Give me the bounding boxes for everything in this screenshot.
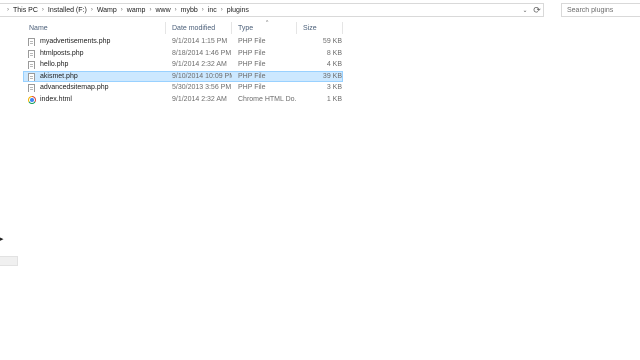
chevron-right-icon[interactable]: › <box>4 7 12 13</box>
file-type: PHP File <box>238 38 266 45</box>
address-bar-row: › This PC › Installed (F:) › Wamp › wamp… <box>0 0 640 20</box>
breadcrumb: › This PC › Installed (F:) › Wamp › wamp… <box>4 4 250 16</box>
file-type: PHP File <box>238 84 266 91</box>
file-size: 8 KB <box>326 49 342 57</box>
file-row[interactable]: index.html 9/1/2014 2:32 AM Chrome HTML … <box>23 94 343 106</box>
breadcrumb-mybb[interactable]: mybb <box>180 7 199 14</box>
chevron-right-icon[interactable]: › <box>88 7 96 13</box>
chevron-down-icon[interactable]: ⌄ <box>520 4 530 16</box>
chevron-right-icon[interactable]: › <box>172 7 180 13</box>
file-date: 8/18/2014 1:46 PM <box>172 49 232 57</box>
file-row[interactable]: myadvertisements.php 9/1/2014 1:15 PM PH… <box>23 36 343 48</box>
file-date: 9/10/2014 10:09 PM <box>172 72 232 80</box>
php-file-icon <box>28 61 36 69</box>
file-date: 9/1/2014 1:15 PM <box>172 38 228 45</box>
file-type: PHP File <box>238 49 266 57</box>
file-name: index.html <box>40 95 72 103</box>
column-header-name[interactable]: Name <box>23 20 166 36</box>
file-name: htmlposts.php <box>40 49 84 57</box>
file-name: myadvertisements.php <box>40 38 111 45</box>
address-bar[interactable]: › This PC › Installed (F:) › Wamp › wamp… <box>0 3 544 17</box>
file-name: akismet.php <box>40 72 78 80</box>
file-list: ^ Name Date modified Type Size myadverti… <box>23 20 343 105</box>
column-header-type[interactable]: Type <box>232 20 297 36</box>
chevron-right-icon[interactable]: › <box>218 7 226 13</box>
file-type: PHP File <box>238 72 266 80</box>
nav-pane-fragment: ▸ <box>0 236 4 243</box>
php-file-icon <box>28 72 36 81</box>
file-size: 1 KB <box>326 95 342 103</box>
column-header-date[interactable]: Date modified <box>166 20 232 36</box>
file-row[interactable]: htmlposts.php 8/18/2014 1:46 PM PHP File… <box>23 48 343 60</box>
breadcrumb-installed-drive[interactable]: Installed (F:) <box>47 7 88 14</box>
breadcrumb-www[interactable]: www <box>154 7 171 14</box>
file-date: 9/1/2014 2:32 AM <box>172 61 227 68</box>
breadcrumb-plugins[interactable]: plugins <box>226 7 250 14</box>
file-name: hello.php <box>40 61 69 68</box>
file-size: 3 KB <box>326 84 342 91</box>
file-size: 39 KB <box>322 72 342 80</box>
file-type: PHP File <box>238 61 266 68</box>
chrome-html-icon <box>28 95 36 104</box>
column-header-size[interactable]: Size <box>297 20 343 36</box>
file-row[interactable]: advancedsitemap.php 5/30/2013 3:56 PM PH… <box>23 82 343 94</box>
file-size: 59 KB <box>322 38 342 45</box>
breadcrumb-wamp[interactable]: wamp <box>126 7 147 14</box>
breadcrumb-wamp-upper[interactable]: Wamp <box>96 7 118 14</box>
chevron-right-icon[interactable]: › <box>118 7 126 13</box>
file-date: 9/1/2014 2:32 AM <box>172 95 227 103</box>
search-input[interactable] <box>562 4 640 16</box>
file-size: 4 KB <box>326 61 342 68</box>
nav-pane-selection[interactable] <box>0 256 18 266</box>
chevron-right-icon[interactable]: › <box>146 7 154 13</box>
breadcrumb-inc[interactable]: inc <box>207 7 218 14</box>
refresh-icon[interactable]: ⟳ <box>531 4 543 16</box>
search-box[interactable] <box>561 3 640 17</box>
php-file-icon <box>28 38 36 46</box>
php-file-icon <box>28 84 36 92</box>
file-date: 5/30/2013 3:56 PM <box>172 84 232 91</box>
column-header-row: Name Date modified Type Size <box>23 20 343 36</box>
chevron-right-icon[interactable]: › <box>199 7 207 13</box>
file-row[interactable]: hello.php 9/1/2014 2:32 AM PHP File 4 KB <box>23 59 343 71</box>
file-type: Chrome HTML Do... <box>238 95 296 103</box>
file-name: advancedsitemap.php <box>40 84 109 91</box>
breadcrumb-this-pc[interactable]: This PC <box>12 7 39 14</box>
php-file-icon <box>28 49 36 58</box>
chevron-right-icon[interactable]: › <box>39 7 47 13</box>
file-row-selected[interactable]: akismet.php 9/10/2014 10:09 PM PHP File … <box>23 70 343 82</box>
